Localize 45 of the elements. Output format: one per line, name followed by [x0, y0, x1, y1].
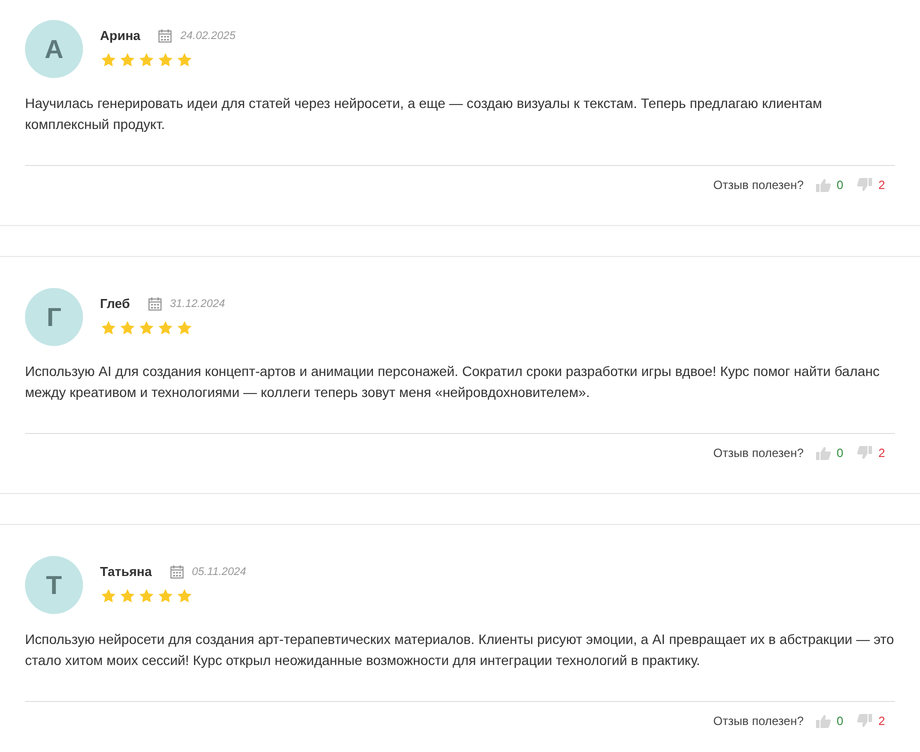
reviewer-name: Татьяна: [100, 563, 152, 581]
star-icon: [119, 320, 136, 336]
review-text: Использую AI для создания концепт-артов и анимации персонажей. Сократил сроки разработки игры вдвое! Курс помог найти баланс между креативом и технологиями — коллеги теперь зовут меня «нейровдохновителем».: [25, 363, 881, 402]
helpful-question: Отзыв полезен?: [713, 445, 804, 462]
star-icon: [119, 52, 136, 68]
thumbs-down-icon[interactable]: [857, 178, 872, 192]
star-icon: [157, 320, 174, 336]
star-icon: [157, 588, 174, 604]
dislike-count: 2: [878, 177, 885, 194]
star-icon: [176, 320, 193, 336]
reviewer-name: Арина: [100, 27, 140, 45]
calendar-icon: [170, 564, 184, 579]
reviewer-name: Глеб: [100, 295, 130, 313]
thumbs-up-icon[interactable]: [816, 178, 831, 192]
star-icon: [176, 52, 193, 68]
calendar-icon: [148, 296, 162, 311]
thumbs-up-icon[interactable]: [816, 446, 831, 460]
review-date: 05.11.2024: [192, 564, 246, 580]
thumbs-up-icon[interactable]: [816, 714, 831, 728]
star-icon: [119, 588, 136, 604]
review-date: 24.02.2025: [180, 28, 236, 44]
star-icon: [100, 588, 117, 604]
dislike-count: 2: [878, 445, 885, 462]
review-text: Научилась генерировать идеи для статей через нейросети, а еще — создаю визуалы к текстам. Теперь предлагаю клиентам комплексный продукт.: [25, 95, 824, 134]
like-count: 0: [836, 713, 844, 730]
star-icon: [138, 52, 155, 68]
avatar: Г: [25, 288, 83, 346]
star-icon: [100, 320, 117, 336]
thumbs-down-icon[interactable]: [857, 446, 872, 460]
review-date: 31.12.2024: [170, 296, 225, 312]
avatar: А: [25, 20, 83, 78]
helpful-question: Отзыв полезен?: [713, 713, 804, 730]
star-icon: [157, 52, 174, 68]
star-icon: [176, 588, 193, 604]
calendar-icon: [158, 28, 172, 43]
star-icon: [138, 320, 155, 336]
dislike-count: 2: [878, 713, 885, 730]
star-icon: [138, 588, 155, 604]
thumbs-down-icon[interactable]: [857, 714, 872, 728]
avatar: Т: [25, 556, 83, 614]
review-text: Использую нейросети для создания арт-терапевтических материалов. Клиенты рисуют эмоции, а AI превращает их в абстракции — это стало хитом моих сессий! Курс открыл неожиданные возможности для интеграции технологий в практику.: [25, 631, 895, 670]
star-icon: [100, 52, 117, 68]
helpful-question: Отзыв полезен?: [713, 177, 804, 194]
like-count: 0: [836, 177, 844, 194]
like-count: 0: [836, 445, 844, 462]
